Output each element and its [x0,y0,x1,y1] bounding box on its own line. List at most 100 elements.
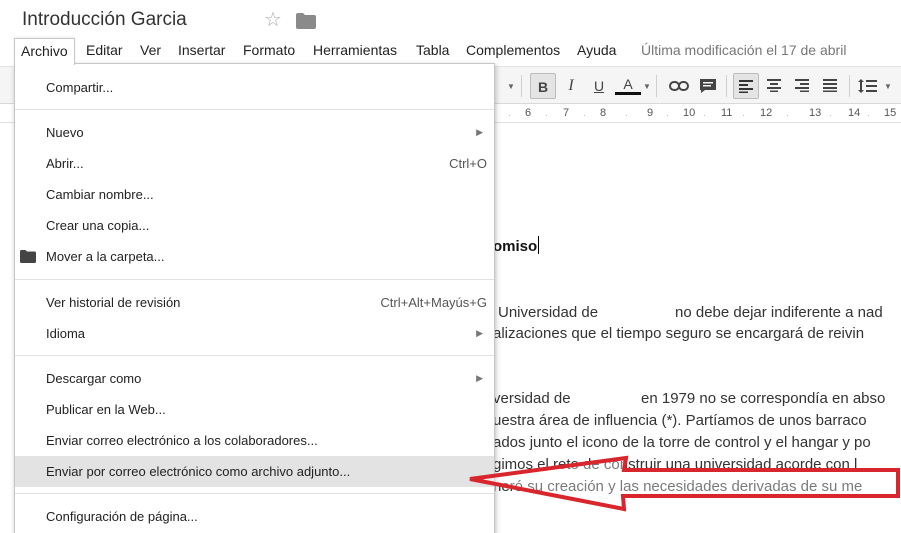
menu-item-label: Enviar por correo electrónico como archi… [46,464,351,479]
underline-button[interactable]: U [586,73,612,99]
ruler-tick: · [703,111,706,120]
menu-item-share[interactable]: Compartir... [15,72,494,103]
menu-item-label: Nuevo [46,125,84,140]
menu-item-shortcut: Ctrl+Alt+Mayús+G [380,295,487,310]
link-icon [669,81,689,91]
align-right-button[interactable] [789,73,815,99]
paragraph-line[interactable]: versidad de [493,390,571,407]
link-button[interactable] [666,73,692,99]
paragraph-line[interactable]: en 1979 no se correspondía en abso [641,390,885,407]
submenu-arrow-icon: ▶ [476,328,483,338]
justify-icon [823,79,837,92]
ruler-tick: · [625,111,628,120]
menu-insertar[interactable]: Insertar [172,38,231,63]
align-left-icon [739,80,753,93]
toolbar-separator [656,75,657,97]
document-heading[interactable]: omiso [493,236,540,255]
comment-button[interactable] [695,73,721,99]
menu-separator [15,109,494,110]
ruler-number: 12 [760,107,773,119]
line-spacing-icon [858,79,877,93]
menu-complementos[interactable]: Complementos [460,38,566,63]
italic-button[interactable]: I [558,73,584,99]
menu-herramientas[interactable]: Herramientas [307,38,403,63]
menu-item-shortcut: Ctrl+O [449,156,487,171]
text-cursor [538,236,540,254]
ruler-tick: · [829,111,832,120]
menu-ver[interactable]: Ver [134,38,167,63]
line-spacing-button[interactable] [855,73,881,99]
ruler-number: 15 [884,107,897,119]
menu-item-download-as[interactable]: Descargar como ▶ [15,363,494,394]
file-menu-dropdown: Compartir... Nuevo ▶ Abrir... Ctrl+O Cam… [14,63,495,533]
folder-icon[interactable] [296,13,316,29]
font-size-caret-icon[interactable]: ▼ [507,82,515,91]
ruler-number: 8 [600,107,607,119]
ruler-number: 13 [809,107,822,119]
menu-item-rename[interactable]: Cambiar nombre... [15,179,494,210]
paragraph-line[interactable]: no debe dejar indiferente a nad [675,304,883,321]
menu-item-label: Compartir... [46,80,114,95]
menu-archivo[interactable]: Archivo [14,38,75,65]
star-icon[interactable]: ☆ [264,10,282,30]
menu-item-label: Crear una copia... [46,218,150,233]
ruler-tick: · [583,111,586,120]
menu-separator [15,355,494,356]
ruler-number: 7 [563,107,570,119]
menu-item-revision-history[interactable]: Ver historial de revisión Ctrl+Alt+Mayús… [15,287,494,318]
menu-item-page-setup[interactable]: Configuración de página... [15,501,494,532]
justify-button[interactable] [817,73,843,99]
menu-ayuda[interactable]: Ayuda [571,38,622,63]
paragraph-line[interactable]: alizaciones que el tiempo seguro se enca… [493,325,864,342]
menu-item-email-collaborators[interactable]: Enviar correo electrónico a los colabora… [15,425,494,456]
ruler-number: 14 [848,107,861,119]
menu-formato[interactable]: Formato [237,38,301,63]
ruler-tick: · [742,111,745,120]
ruler-number: 10 [683,107,696,119]
menu-item-email-attachment[interactable]: Enviar por correo electrónico como archi… [15,456,494,487]
ruler-number: 11 [721,107,733,119]
align-left-button[interactable] [733,73,759,99]
submenu-arrow-icon: ▶ [476,373,483,383]
ruler-tick: · [666,111,669,120]
text-color-caret-icon[interactable]: ▼ [643,82,651,91]
menu-item-label: Descargar como [46,371,142,386]
ruler-tick: · [545,111,548,120]
toolbar-separator [726,75,727,97]
menu-separator [15,493,494,494]
menu-item-language[interactable]: Idioma ▶ [15,318,494,349]
document-title[interactable]: Introducción Garcia [22,9,187,31]
ruler-tick: · [867,111,870,120]
menu-tabla[interactable]: Tabla [410,38,455,63]
heading-text: omiso [493,238,538,255]
paragraph-line[interactable]: ados junto el icono de la torre de contr… [493,434,871,451]
ruler-tick: · [786,111,789,120]
bold-button[interactable]: B [530,73,556,99]
text-color-button[interactable]: A [615,73,641,95]
menu-item-label: Ver historial de revisión [46,295,181,310]
line-spacing-caret-icon[interactable]: ▼ [884,82,892,91]
submenu-arrow-icon: ▶ [476,127,483,137]
paragraph-line[interactable]: uestra área de influencia (*). Partíamos… [493,412,867,429]
menu-item-label: Enviar correo electrónico a los colabora… [46,433,318,448]
menu-editar[interactable]: Editar [80,38,129,63]
menu-item-publish-web[interactable]: Publicar en la Web... [15,394,494,425]
ruler-number: 6 [525,107,532,119]
menu-item-open[interactable]: Abrir... Ctrl+O [15,148,494,179]
toolbar-separator [521,75,522,97]
red-pointer-arrow-icon [469,455,900,512]
menu-item-new[interactable]: Nuevo ▶ [15,117,494,148]
align-center-icon [767,79,781,92]
menu-item-label: Publicar en la Web... [46,402,166,417]
menu-item-label: Cambiar nombre... [46,187,154,202]
align-center-button[interactable] [761,73,787,99]
folder-icon [20,250,36,263]
paragraph-line[interactable]: Universidad de [498,304,598,321]
title-bar: Introducción Garcia ☆ [0,0,901,38]
menu-item-make-copy[interactable]: Crear una copia... [15,210,494,241]
ruler-tick: · [508,111,511,120]
last-modified-label[interactable]: Última modificación el 17 de abril [641,38,846,63]
ruler-number: 9 [647,107,654,119]
menu-item-move-to-folder[interactable]: Mover a la carpeta... [15,241,494,272]
menu-item-label: Configuración de página... [46,509,198,524]
